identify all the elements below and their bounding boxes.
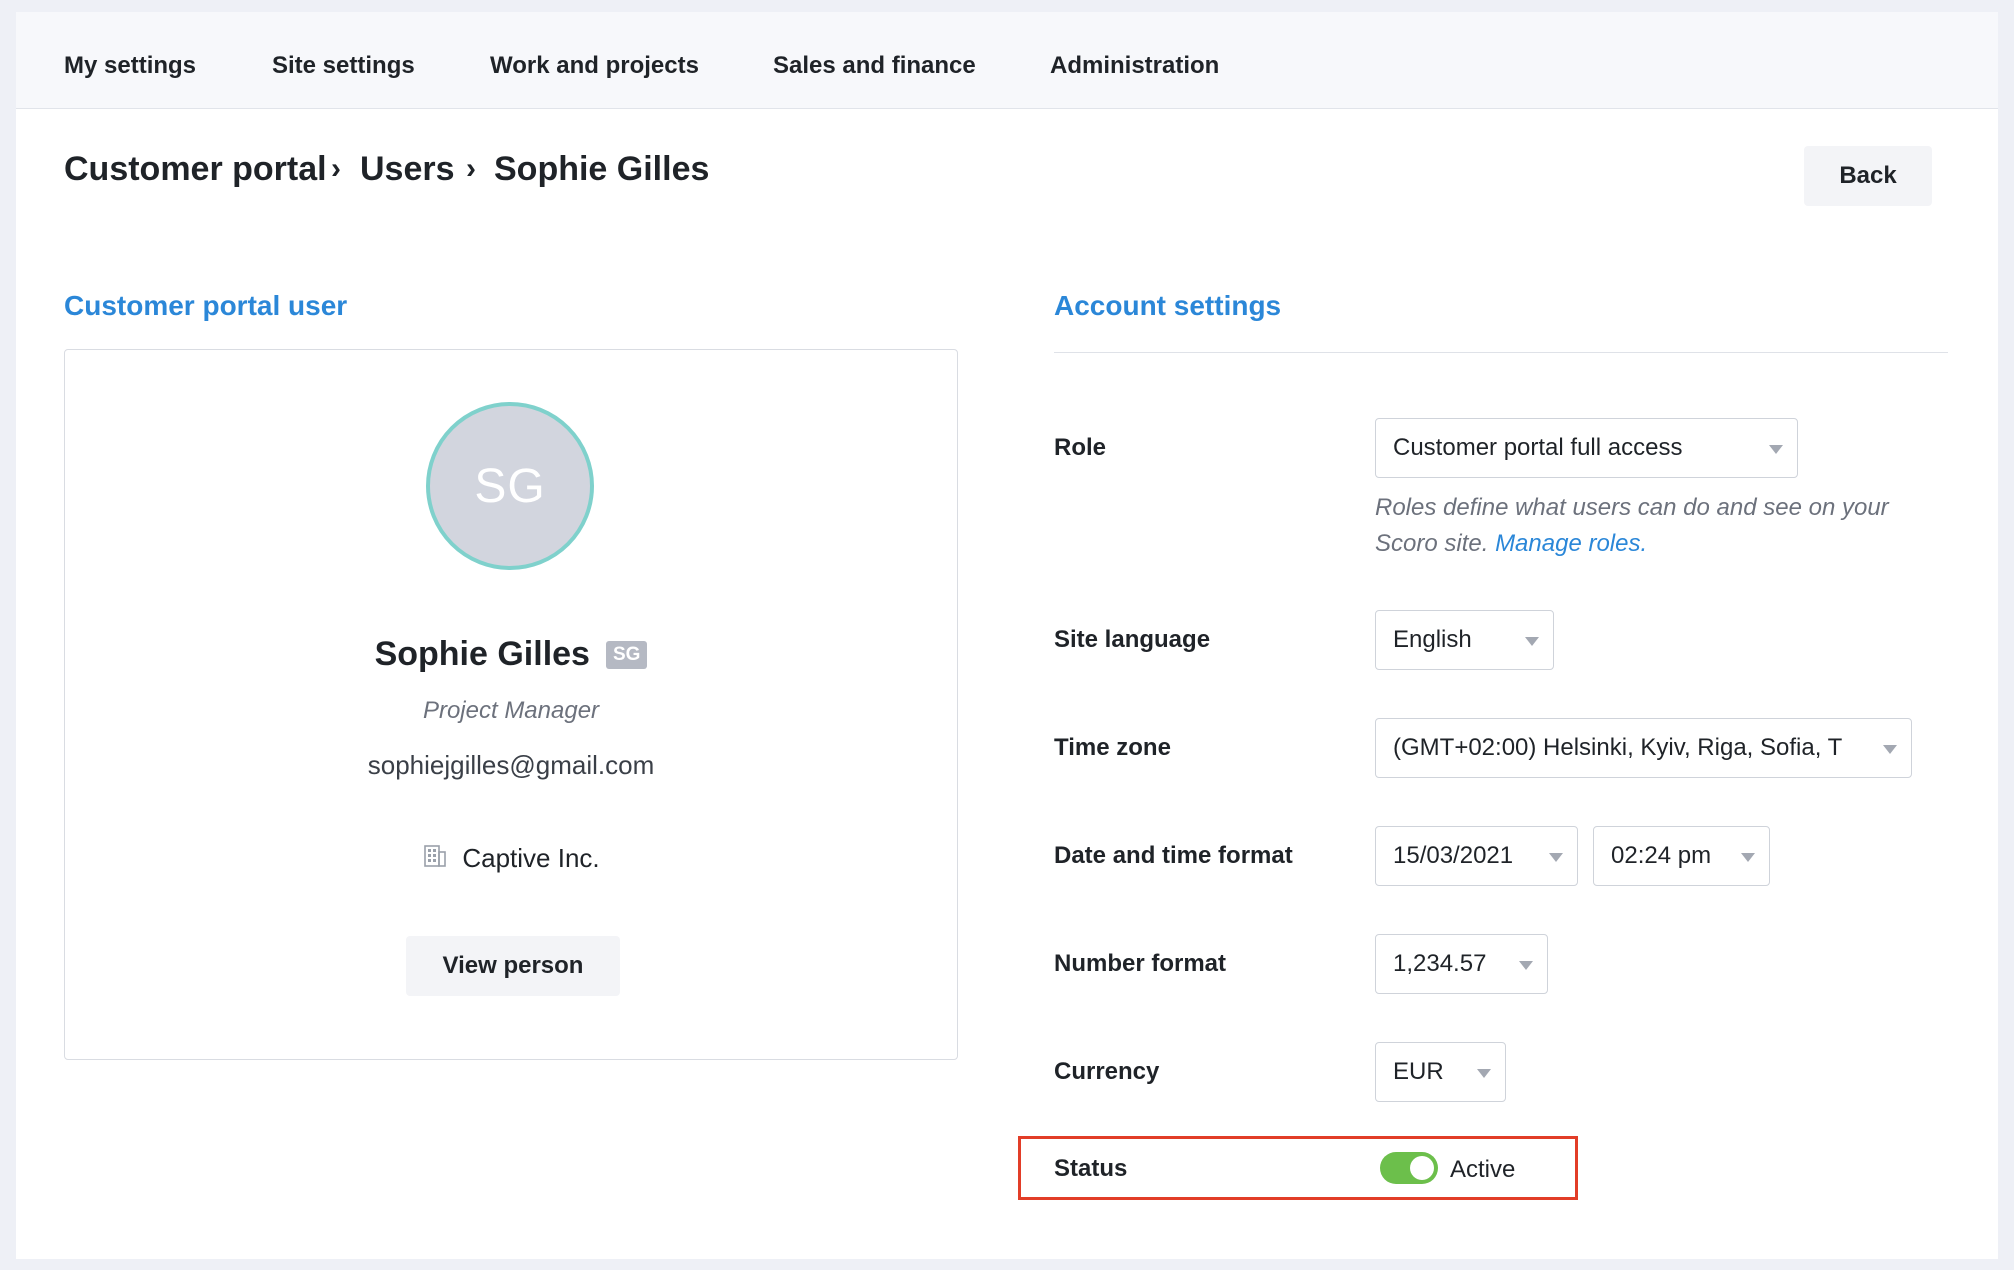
chevron-down-icon (1883, 745, 1897, 754)
breadcrumb-separator: › (331, 152, 341, 185)
manage-roles-link[interactable]: Manage roles. (1495, 530, 1647, 557)
chevron-down-icon (1769, 445, 1783, 454)
status-value: Active (1450, 1156, 1516, 1183)
number-format-select[interactable]: 1,234.57 (1375, 934, 1548, 994)
nav-administration[interactable]: Administration (1050, 52, 1219, 80)
nav-site-settings[interactable]: Site settings (272, 52, 415, 80)
company-name[interactable]: Captive Inc. (462, 843, 599, 874)
chevron-down-icon (1549, 853, 1563, 862)
status-toggle[interactable] (1380, 1152, 1438, 1184)
chevron-down-icon (1741, 853, 1755, 862)
nav-sales-and-finance[interactable]: Sales and finance (773, 52, 976, 80)
back-button[interactable]: Back (1804, 146, 1932, 206)
toggle-knob (1410, 1156, 1434, 1180)
job-title: Project Manager (422, 697, 600, 724)
chevron-down-icon (1477, 1069, 1491, 1078)
person-name: Sophie Gilles (374, 635, 590, 673)
email-address: sophiejgilles@gmail.com (367, 750, 655, 780)
initials-badge: SG (605, 640, 648, 669)
date-time-format-label: Date and time format (1054, 842, 1293, 869)
view-person-button[interactable]: View person (406, 936, 620, 996)
account-settings-heading: Account settings (1054, 290, 1282, 321)
chevron-down-icon (1519, 961, 1533, 970)
breadcrumb-users[interactable]: Users (360, 150, 455, 189)
number-format-label: Number format (1054, 950, 1227, 977)
avatar-initials: SG (474, 459, 546, 513)
site-language-select[interactable]: English (1375, 610, 1554, 670)
breadcrumb-current-user: Sophie Gilles (494, 150, 710, 188)
customer-portal-user-heading: Customer portal user (64, 290, 348, 321)
role-select-value: Customer portal full access (1393, 434, 1683, 461)
time-format-select[interactable]: 02:24 pm (1593, 826, 1770, 886)
time-format-value: 02:24 pm (1611, 842, 1712, 869)
time-zone-value: (GMT+02:00) Helsinki, Kyiv, Riga, Sofia,… (1393, 734, 1843, 761)
nav-work-and-projects[interactable]: Work and projects (490, 52, 699, 80)
date-format-value: 15/03/2021 (1393, 842, 1514, 869)
time-zone-label: Time zone (1054, 734, 1171, 761)
role-label: Role (1054, 434, 1107, 461)
role-select[interactable]: Customer portal full access (1375, 418, 1798, 478)
time-zone-select[interactable]: (GMT+02:00) Helsinki, Kyiv, Riga, Sofia,… (1375, 718, 1912, 778)
number-format-value: 1,234.57 (1393, 950, 1487, 977)
chevron-down-icon (1525, 637, 1539, 646)
status-label: Status (1054, 1155, 1128, 1182)
nav-my-settings[interactable]: My settings (64, 52, 196, 80)
person-name-row: Sophie Gilles SG (64, 635, 958, 674)
date-format-select[interactable]: 15/03/2021 (1375, 826, 1578, 886)
site-language-value: English (1393, 626, 1472, 653)
role-help-text: Roles define what users can do and see o… (1375, 490, 1895, 562)
account-settings-divider (1054, 352, 1948, 353)
avatar: SG (426, 402, 594, 570)
currency-label: Currency (1054, 1058, 1160, 1085)
top-navigation: My settings Site settings Work and proje… (16, 12, 1998, 109)
breadcrumb-customer-portal[interactable]: Customer portal (64, 150, 327, 189)
company-row: Captive Inc. (64, 843, 958, 874)
site-language-label: Site language (1054, 626, 1211, 653)
currency-select[interactable]: EUR (1375, 1042, 1506, 1102)
breadcrumb-separator: › (466, 152, 476, 185)
building-icon (422, 843, 448, 874)
currency-value: EUR (1393, 1058, 1444, 1085)
